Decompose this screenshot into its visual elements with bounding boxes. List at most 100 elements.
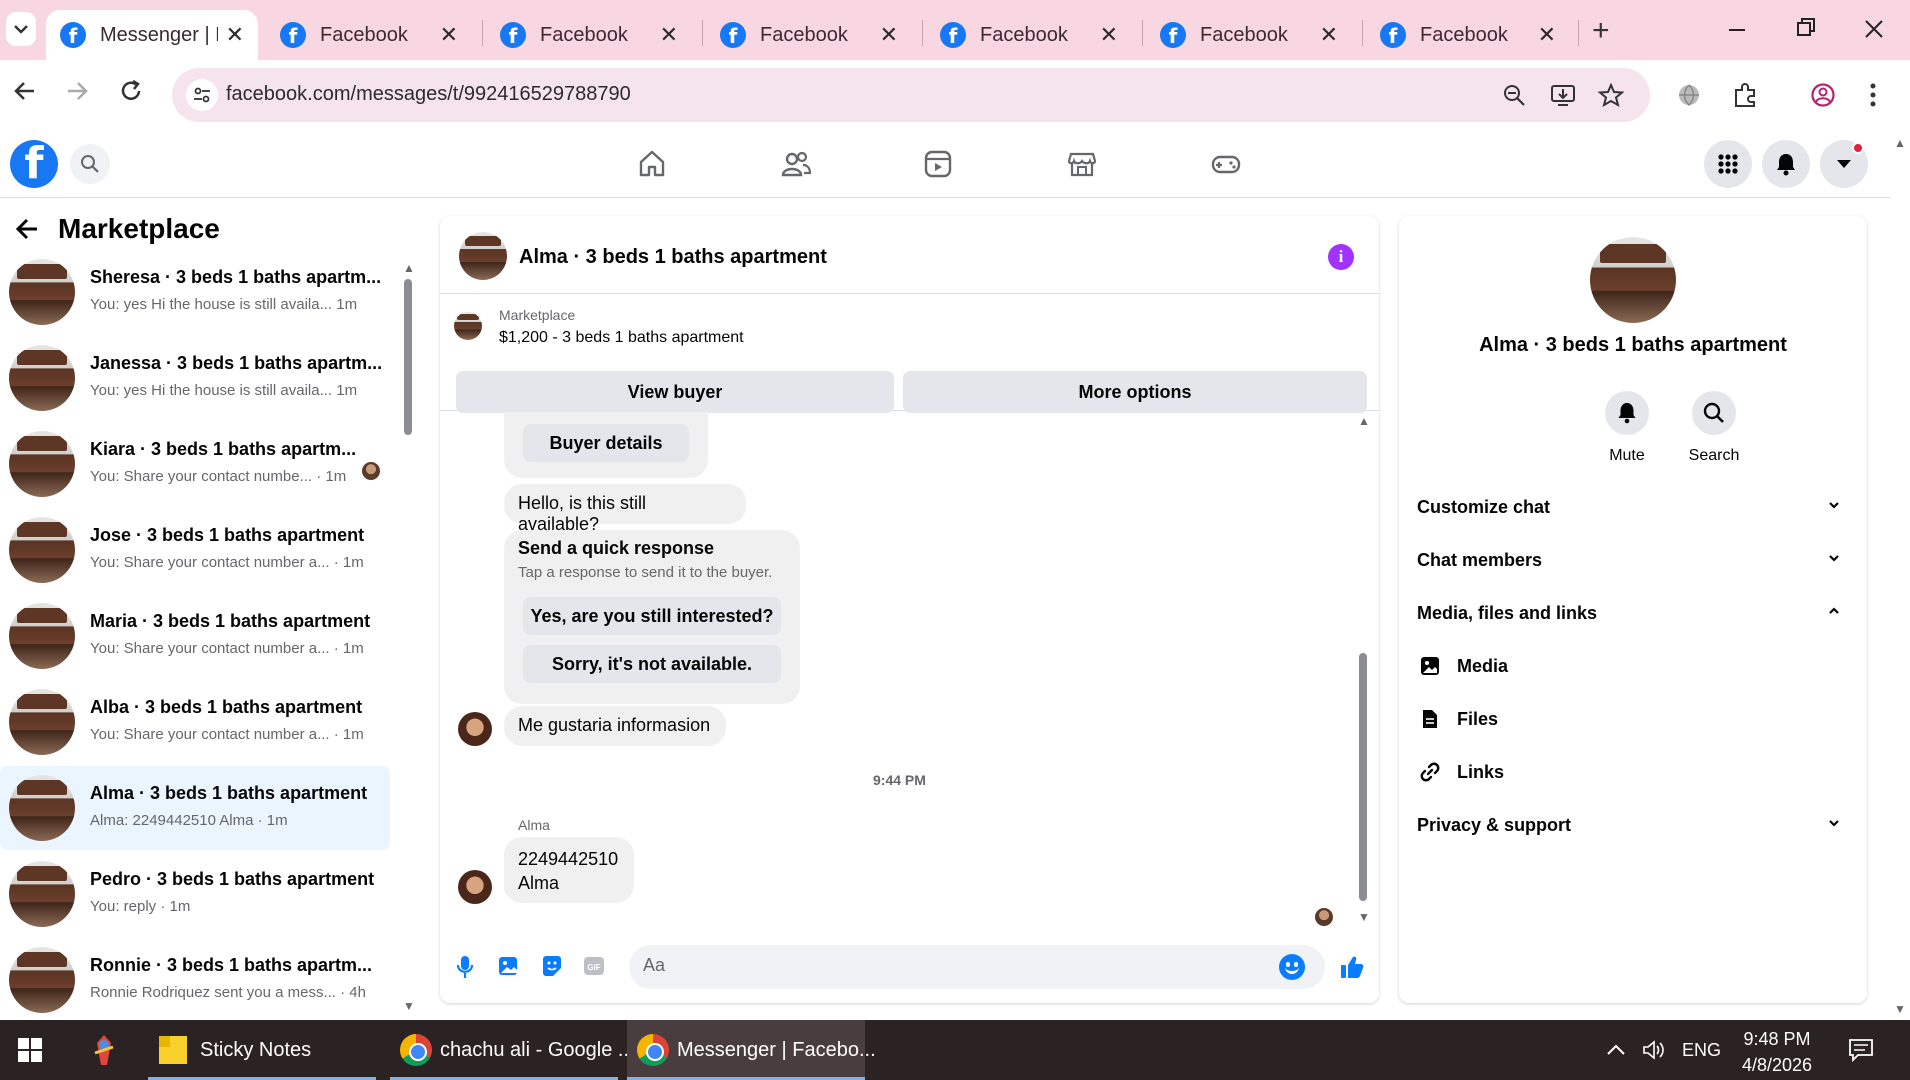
sticker-button[interactable] bbox=[540, 954, 564, 983]
taskbar-chrome-window-1[interactable]: chachu ali - Google ... bbox=[390, 1020, 635, 1080]
close-tab-icon[interactable]: ✕ bbox=[1320, 22, 1338, 48]
mute-button[interactable] bbox=[1605, 391, 1649, 435]
tab-messenger[interactable]: f Messenger | Fa ✕ bbox=[46, 10, 258, 60]
nav-gaming[interactable] bbox=[1210, 148, 1242, 185]
scroll-down-arrow-icon[interactable]: ▼ bbox=[1358, 910, 1370, 924]
conversation-item[interactable]: Janessa · 3 beds 1 baths apartm... You: … bbox=[0, 336, 390, 420]
emoji-icon[interactable] bbox=[1279, 954, 1305, 980]
bookmark-button[interactable] bbox=[1597, 82, 1625, 112]
media-files-links-row[interactable]: Media, files and links bbox=[1417, 598, 1847, 628]
chat-members-row[interactable]: Chat members bbox=[1417, 545, 1847, 575]
send-like-button[interactable] bbox=[1339, 954, 1365, 985]
mute-action[interactable]: Mute bbox=[1587, 391, 1667, 465]
zoom-button[interactable] bbox=[1502, 83, 1526, 112]
volume-button[interactable] bbox=[1642, 1020, 1666, 1080]
nav-friends[interactable] bbox=[780, 148, 812, 185]
extension-globe-button[interactable] bbox=[1676, 82, 1702, 113]
start-button[interactable] bbox=[10, 1020, 50, 1080]
conversation-item[interactable]: Alba · 3 beds 1 baths apartment You: Sha… bbox=[0, 680, 390, 764]
site-info-button[interactable] bbox=[186, 79, 218, 111]
extensions-button[interactable] bbox=[1732, 82, 1758, 113]
profile-button[interactable] bbox=[1810, 82, 1836, 113]
quick-reply-yes-button[interactable]: Yes, are you still interested? bbox=[523, 597, 781, 635]
tab-facebook-6[interactable]: f Facebook ✕ bbox=[1366, 10, 1570, 60]
voice-clip-button[interactable] bbox=[455, 954, 475, 985]
url-text[interactable]: facebook.com/messages/t/992416529788790 bbox=[226, 83, 631, 106]
nav-home[interactable] bbox=[636, 148, 668, 185]
gif-button[interactable]: GIF bbox=[582, 954, 606, 983]
nav-marketplace[interactable] bbox=[1066, 148, 1098, 185]
search-action[interactable]: Search bbox=[1674, 391, 1754, 465]
customize-chat-row[interactable]: Customize chat bbox=[1417, 492, 1847, 522]
sender-avatar[interactable] bbox=[458, 712, 492, 746]
conversation-item[interactable]: Sheresa · 3 beds 1 baths apartm... You: … bbox=[0, 250, 390, 334]
menu-button[interactable] bbox=[1704, 140, 1752, 188]
chat-title[interactable]: Alma · 3 beds 1 baths apartment bbox=[519, 246, 827, 269]
view-buyer-button[interactable]: View buyer bbox=[456, 371, 894, 413]
buyer-details-button[interactable]: Buyer details bbox=[523, 424, 689, 462]
scroll-up-arrow-icon[interactable]: ▲ bbox=[1894, 136, 1906, 150]
conversation-item[interactable]: Pedro · 3 beds 1 baths apartment You: re… bbox=[0, 852, 390, 936]
scroll-up-arrow-icon[interactable]: ▲ bbox=[403, 261, 415, 275]
conversation-list-scrollbar[interactable] bbox=[404, 279, 412, 435]
message-input[interactable] bbox=[643, 955, 1243, 976]
close-window-button[interactable] bbox=[1864, 10, 1884, 47]
tab-facebook-2[interactable]: f Facebook ✕ bbox=[486, 10, 692, 60]
pinned-app-button[interactable] bbox=[84, 1020, 124, 1080]
scroll-up-arrow-icon[interactable]: ▲ bbox=[1358, 414, 1370, 428]
conversation-item[interactable]: Jose · 3 beds 1 baths apartment You: Sha… bbox=[0, 508, 390, 592]
conversation-item[interactable]: Kiara · 3 beds 1 baths apartm... You: Sh… bbox=[0, 422, 390, 506]
tab-facebook-5[interactable]: f Facebook ✕ bbox=[1146, 10, 1352, 60]
facebook-logo-icon[interactable]: f bbox=[10, 140, 58, 188]
attach-photo-button[interactable] bbox=[497, 954, 521, 983]
close-tab-icon[interactable]: ✕ bbox=[226, 22, 244, 48]
files-item[interactable]: Files bbox=[1417, 704, 1498, 734]
forward-button[interactable] bbox=[64, 78, 90, 111]
restore-button[interactable] bbox=[1796, 10, 1816, 47]
nav-video[interactable] bbox=[922, 148, 954, 185]
conversation-item-selected[interactable]: Alma · 3 beds 1 baths apartment Alma: 22… bbox=[0, 766, 390, 850]
tab-search-button[interactable] bbox=[6, 12, 36, 46]
privacy-support-row[interactable]: Privacy & support bbox=[1417, 810, 1847, 840]
system-clock[interactable]: 9:48 PM 4/8/2026 bbox=[1730, 1026, 1824, 1078]
conversation-item[interactable]: Ronnie · 3 beds 1 baths apartm... Ronnie… bbox=[0, 938, 390, 1020]
close-tab-icon[interactable]: ✕ bbox=[880, 22, 898, 48]
back-arrow-icon[interactable] bbox=[14, 216, 40, 242]
scroll-down-arrow-icon[interactable]: ▼ bbox=[1894, 1002, 1906, 1016]
close-tab-icon[interactable]: ✕ bbox=[1100, 22, 1118, 48]
address-bar[interactable]: facebook.com/messages/t/992416529788790 bbox=[172, 68, 1650, 122]
page-scrollbar[interactable]: ▲ ▼ bbox=[1890, 130, 1910, 1020]
close-tab-icon[interactable]: ✕ bbox=[440, 22, 458, 48]
taskbar-sticky-notes[interactable]: Sticky Notes bbox=[148, 1020, 376, 1080]
links-item[interactable]: Links bbox=[1417, 757, 1504, 787]
chat-scrollbar[interactable] bbox=[1359, 653, 1367, 901]
close-tab-icon[interactable]: ✕ bbox=[660, 22, 678, 48]
info-icon[interactable]: i bbox=[1328, 244, 1354, 270]
tab-facebook-3[interactable]: f Facebook ✕ bbox=[706, 10, 912, 60]
close-tab-icon[interactable]: ✕ bbox=[1538, 22, 1556, 48]
reload-button[interactable] bbox=[118, 78, 144, 111]
listing-profile-avatar[interactable] bbox=[1590, 237, 1676, 323]
new-tab-button[interactable]: + bbox=[1592, 14, 1610, 48]
back-button[interactable] bbox=[12, 78, 38, 111]
install-app-button[interactable] bbox=[1550, 83, 1576, 112]
taskbar-chrome-window-2[interactable]: Messenger | Facebo... bbox=[627, 1020, 876, 1080]
message-composer[interactable] bbox=[629, 945, 1325, 989]
more-options-button[interactable]: More options bbox=[903, 371, 1367, 413]
listing-avatar[interactable] bbox=[459, 232, 507, 280]
minimize-button[interactable] bbox=[1728, 10, 1746, 47]
search-in-chat-button[interactable] bbox=[1692, 391, 1736, 435]
quick-reply-no-button[interactable]: Sorry, it's not available. bbox=[523, 645, 781, 683]
sender-avatar[interactable] bbox=[458, 870, 492, 904]
input-language-indicator[interactable]: ENG bbox=[1682, 1020, 1721, 1080]
scroll-down-arrow-icon[interactable]: ▼ bbox=[403, 999, 415, 1013]
listing-price-title[interactable]: $1,200 - 3 beds 1 baths apartment bbox=[499, 329, 744, 347]
facebook-search-button[interactable] bbox=[70, 144, 110, 184]
tab-facebook-1[interactable]: f Facebook ✕ bbox=[266, 10, 472, 60]
tab-facebook-4[interactable]: f Facebook ✕ bbox=[926, 10, 1132, 60]
notification-center-button[interactable] bbox=[1848, 1020, 1874, 1080]
show-hidden-icons-button[interactable] bbox=[1606, 1020, 1626, 1080]
media-item[interactable]: Media bbox=[1417, 651, 1508, 681]
conversation-item[interactable]: Maria · 3 beds 1 baths apartment You: Sh… bbox=[0, 594, 390, 678]
notifications-button[interactable] bbox=[1762, 140, 1810, 188]
